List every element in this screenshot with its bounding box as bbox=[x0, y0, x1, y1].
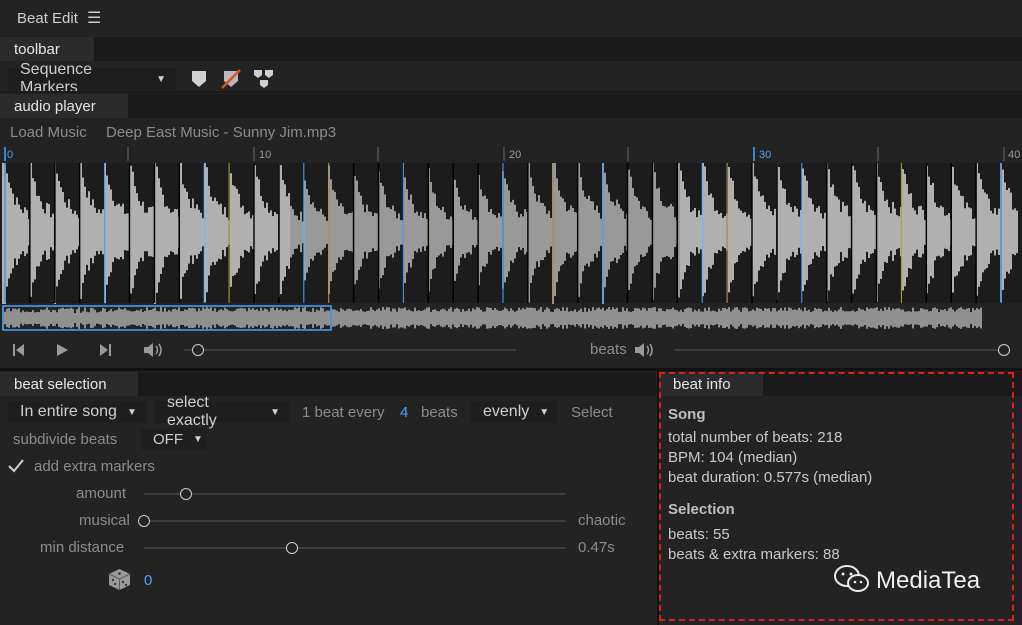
waveform[interactable] bbox=[0, 163, 1022, 333]
beats-volume-label: beats bbox=[590, 341, 627, 358]
distribution-dropdown[interactable]: evenly ▼ bbox=[471, 401, 557, 423]
subdivide-label: subdivide beats bbox=[13, 431, 118, 448]
musical-label: musical bbox=[79, 512, 130, 529]
playback-slider-knob[interactable] bbox=[192, 344, 204, 356]
toolbar-panel-header: toolbar bbox=[0, 37, 1022, 61]
extra-markers-label: add extra markers bbox=[34, 458, 155, 475]
tab-toolbar[interactable]: toolbar bbox=[0, 37, 94, 61]
skip-forward-icon[interactable] bbox=[98, 343, 112, 357]
amount-label: amount bbox=[76, 485, 127, 502]
chevron-down-icon: ▼ bbox=[539, 406, 550, 418]
chevron-down-icon: ▼ bbox=[126, 406, 137, 418]
min-distance-label: min distance bbox=[40, 539, 125, 556]
seed-value: 0 bbox=[144, 572, 153, 589]
tab-beat-selection-label: beat selection bbox=[14, 375, 107, 393]
playback-slider-track[interactable] bbox=[184, 349, 516, 351]
beat-selection-header: beat selection bbox=[0, 372, 656, 396]
chevron-down-icon: ▼ bbox=[156, 73, 166, 85]
chevron-down-icon: ▼ bbox=[270, 406, 280, 418]
chaotic-label: chaotic bbox=[578, 512, 626, 529]
beats-volume-track[interactable] bbox=[674, 349, 1009, 351]
subdivide-value: OFF bbox=[153, 431, 183, 448]
tab-audio-player[interactable]: audio player bbox=[0, 94, 128, 118]
amount-slider-knob[interactable] bbox=[180, 488, 193, 500]
min-distance-slider-knob[interactable] bbox=[285, 542, 298, 554]
min-distance-value: 0.47s bbox=[578, 539, 615, 556]
scope-label: In entire song bbox=[20, 403, 117, 420]
every-suffix: beats bbox=[421, 404, 458, 421]
tab-beat-selection[interactable]: beat selection bbox=[0, 372, 138, 396]
hamburger-menu-icon[interactable]: ☰ bbox=[87, 8, 101, 28]
subdivide-dropdown[interactable]: OFF ▼ bbox=[141, 429, 207, 450]
marker-type-dropdown[interactable]: Sequence Markers ▼ bbox=[8, 61, 176, 96]
play-icon[interactable] bbox=[55, 343, 69, 357]
every-prefix: 1 beat every bbox=[302, 404, 385, 421]
timeline-ticks bbox=[4, 147, 1005, 161]
tab-audio-player-label: audio player bbox=[14, 97, 96, 115]
remove-markers-icon[interactable] bbox=[220, 69, 242, 89]
watermark-text: MediaTea bbox=[876, 567, 981, 594]
mode-label: select exactly bbox=[167, 394, 217, 429]
beats-volume-knob[interactable] bbox=[998, 344, 1010, 356]
amount-slider-track[interactable] bbox=[144, 493, 566, 495]
load-music-button[interactable]: Load Music bbox=[10, 124, 87, 141]
skip-back-icon[interactable] bbox=[12, 343, 26, 357]
window-title: Beat Edit bbox=[17, 10, 78, 27]
title-bar: Beat Edit ☰ bbox=[0, 0, 1022, 36]
divider bbox=[0, 91, 1022, 93]
chevron-down-icon: ▼ bbox=[193, 434, 203, 445]
audio-panel-header: audio player bbox=[0, 94, 1022, 118]
extra-markers-checkbox[interactable] bbox=[8, 459, 24, 473]
distribution-label: evenly bbox=[483, 403, 530, 420]
every-value[interactable]: 4 bbox=[400, 404, 408, 421]
dice-icon[interactable] bbox=[108, 568, 131, 591]
tab-toolbar-label: toolbar bbox=[14, 40, 60, 58]
file-name: Deep East Music - Sunny Jim.mp3 bbox=[106, 124, 337, 141]
split-markers-icon[interactable] bbox=[253, 69, 275, 89]
musical-slider-knob[interactable] bbox=[138, 515, 150, 527]
musical-slider-track[interactable] bbox=[144, 520, 566, 522]
wechat-logo-icon bbox=[834, 565, 869, 592]
select-button[interactable]: Select bbox=[571, 404, 613, 421]
beats-volume-icon[interactable] bbox=[634, 342, 656, 358]
mode-dropdown[interactable]: select exactly ▼ bbox=[155, 394, 290, 429]
min-distance-slider-track[interactable] bbox=[144, 547, 566, 549]
scope-dropdown[interactable]: In entire song ▼ bbox=[8, 401, 147, 423]
add-marker-icon[interactable] bbox=[190, 69, 208, 89]
volume-icon[interactable] bbox=[143, 342, 165, 358]
